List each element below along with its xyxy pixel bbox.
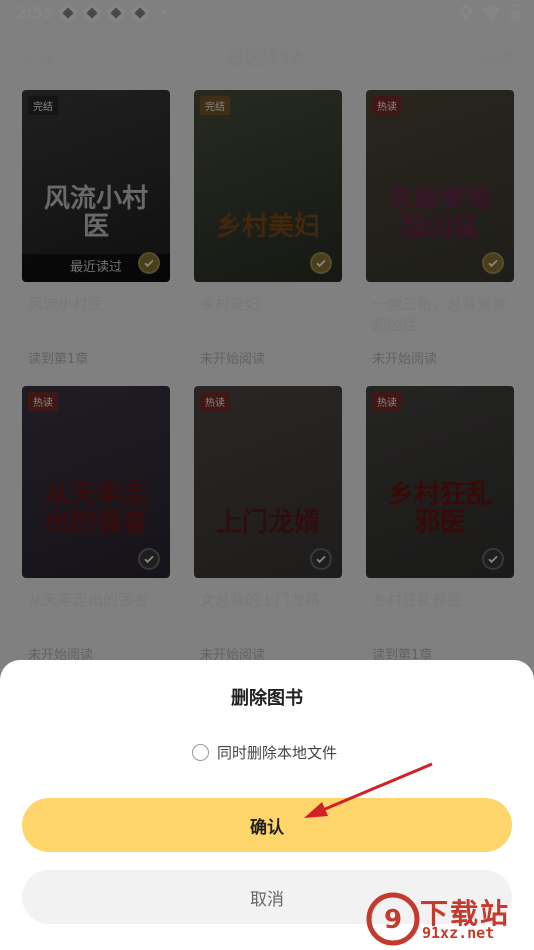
confirm-button[interactable]: 确认 xyxy=(22,798,512,852)
radio-button[interactable] xyxy=(192,744,209,761)
dialog-title: 删除图书 xyxy=(231,688,303,709)
svg-text:9: 9 xyxy=(384,905,402,935)
watermark: 9 下载站 91xz.net xyxy=(360,888,530,948)
option-label: 同时删除本地文件 xyxy=(217,744,338,762)
watermark-logo-icon: 9 xyxy=(366,892,420,946)
watermark-url: 91xz.net xyxy=(422,924,495,942)
delete-local-file-option[interactable]: 同时删除本地文件 xyxy=(192,742,337,763)
